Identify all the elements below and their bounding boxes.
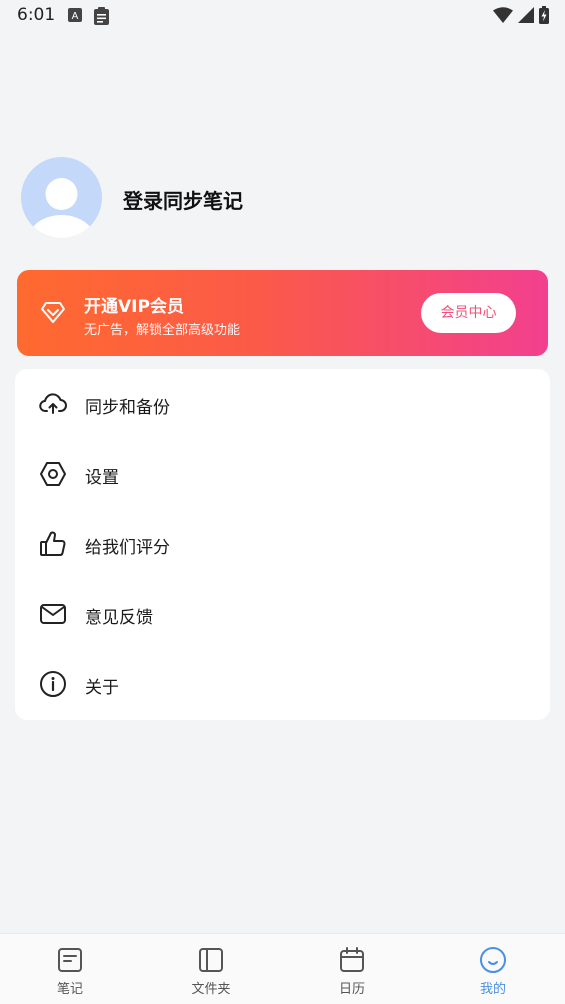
bottom-nav: 笔记 文件夹 日历 我的 [0,933,565,1004]
avatar[interactable] [21,157,102,238]
nav-label: 日历 [338,982,365,997]
menu-card: 同步和备份 设置 给我们评分 意见反馈 关于 [15,369,550,720]
user-silhouette-icon [27,178,96,238]
smile-icon [479,946,507,974]
login-text[interactable]: 登录同步笔记 [123,185,243,214]
hexagon-settings-icon [39,460,67,488]
profile-header[interactable]: 登录同步笔记 [21,157,541,241]
cloud-upload-icon [39,390,67,418]
clipboard-icon [93,7,110,29]
member-center-button[interactable]: 会员中心 [421,293,516,333]
menu-item-feedback[interactable]: 意见反馈 [15,579,550,649]
battery-charging-icon [539,6,549,28]
wifi-icon [493,7,513,27]
nav-label: 文件夹 [191,982,231,997]
svg-text:A: A [72,11,79,22]
thumbs-up-icon [39,530,67,558]
menu-item-label: 意见反馈 [85,608,153,628]
nav-label: 我的 [479,982,506,997]
mail-icon [39,600,67,628]
vip-title: 开通VIP会员 [84,297,184,317]
note-icon [56,946,84,974]
menu-item-label: 给我们评分 [85,538,170,558]
menu-item-label: 设置 [85,468,119,488]
status-time: 6:01 [17,5,56,25]
profile-screen: 6:01 A 登录同步笔记 开通VIP会员 无广告，解锁全部高级功能 会员中心 … [0,0,565,1004]
nav-tab-folders[interactable]: 文件夹 [161,934,261,1004]
nav-tab-calendar[interactable]: 日历 [302,934,402,1004]
cellular-signal-icon [518,7,534,27]
info-icon [39,670,67,698]
menu-item-settings[interactable]: 设置 [15,439,550,509]
folder-icon [197,946,225,974]
status-right [493,6,549,28]
nav-label: 笔记 [56,982,83,997]
nav-tab-notes[interactable]: 笔记 [20,934,120,1004]
menu-item-about[interactable]: 关于 [15,649,550,719]
notification-a-icon: A [68,7,82,26]
menu-item-rate-us[interactable]: 给我们评分 [15,509,550,579]
menu-item-label: 同步和备份 [85,398,170,418]
diamond-icon [40,301,66,329]
menu-item-label: 关于 [85,678,119,698]
vip-banner[interactable]: 开通VIP会员 无广告，解锁全部高级功能 会员中心 [17,270,548,356]
nav-tab-mine[interactable]: 我的 [443,934,543,1004]
status-bar: 6:01 A [0,0,565,32]
menu-item-sync-backup[interactable]: 同步和备份 [15,369,550,439]
vip-subtitle: 无广告，解锁全部高级功能 [84,323,241,338]
calendar-icon [338,946,366,974]
